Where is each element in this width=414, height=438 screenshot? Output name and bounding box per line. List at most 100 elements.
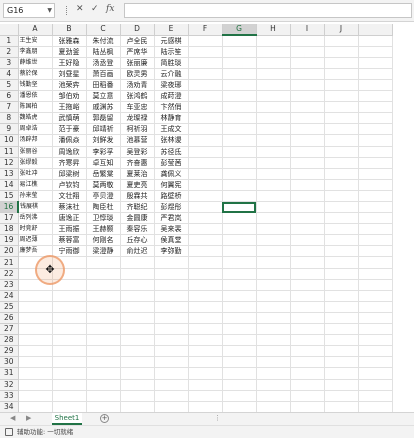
cell[interactable] — [188, 345, 223, 358]
cell[interactable] — [324, 79, 359, 92]
cell[interactable] — [188, 79, 223, 92]
row-header[interactable]: 26 — [0, 312, 19, 325]
cell[interactable] — [256, 90, 291, 103]
cell[interactable] — [120, 323, 155, 336]
cell[interactable] — [256, 168, 291, 180]
cell[interactable] — [86, 301, 121, 313]
cell[interactable]: 邱梁树 — [52, 168, 87, 180]
cell[interactable] — [222, 90, 257, 103]
cell[interactable] — [188, 35, 223, 47]
row-header[interactable]: 9 — [0, 123, 19, 136]
cell[interactable] — [324, 101, 359, 114]
cell[interactable]: 魏皓虎 — [18, 112, 53, 125]
cell[interactable] — [358, 245, 393, 258]
cell[interactable]: 李彩孚 — [86, 146, 121, 158]
cell[interactable] — [324, 390, 359, 402]
row-header[interactable]: 16 — [0, 201, 19, 214]
cell[interactable] — [256, 57, 291, 69]
cell[interactable] — [222, 367, 257, 380]
cell[interactable] — [86, 323, 121, 336]
cell[interactable]: 梁夜琊 — [154, 79, 189, 92]
cell[interactable] — [52, 301, 87, 313]
row-header[interactable]: 2 — [0, 46, 19, 58]
cell[interactable] — [188, 146, 223, 158]
cell[interactable] — [188, 134, 223, 147]
cell[interactable] — [324, 212, 359, 225]
status-text[interactable]: 辅助功能: 一切就绪 — [17, 428, 73, 437]
cell[interactable] — [188, 90, 223, 103]
cell[interactable]: 陆示笙 — [154, 46, 189, 58]
cell[interactable] — [256, 279, 291, 291]
cell[interactable] — [290, 390, 325, 402]
row-header[interactable]: 6 — [0, 90, 19, 103]
cell[interactable] — [324, 223, 359, 236]
cell[interactable]: 易江樵 — [18, 179, 53, 191]
cell[interactable]: 夏莱治 — [120, 168, 155, 180]
cell[interactable]: 周卓浩 — [18, 123, 53, 136]
cell[interactable] — [358, 179, 393, 191]
cell[interactable] — [188, 312, 223, 325]
add-sheet-icon[interactable]: + — [100, 414, 109, 423]
cell[interactable]: 何翼宪 — [154, 179, 189, 191]
cell[interactable] — [18, 356, 53, 369]
cell[interactable] — [18, 334, 53, 347]
cell[interactable] — [120, 390, 155, 402]
cell[interactable] — [256, 35, 291, 47]
cell[interactable] — [358, 334, 393, 347]
cell[interactable] — [188, 179, 223, 191]
row-header[interactable]: 27 — [0, 323, 19, 336]
cell[interactable]: 梁澄静 — [86, 245, 121, 258]
cell[interactable] — [188, 245, 223, 258]
cell[interactable]: 柯祈羽 — [120, 123, 155, 136]
row-header[interactable]: 24 — [0, 290, 19, 302]
cell[interactable] — [290, 401, 325, 413]
column-header[interactable]: I — [290, 24, 325, 36]
cell[interactable] — [358, 279, 393, 291]
cell[interactable] — [52, 290, 87, 302]
cell[interactable] — [324, 245, 359, 258]
cell[interactable] — [120, 401, 155, 413]
column-header[interactable]: A — [18, 24, 53, 36]
cell[interactable]: 汤劝青 — [120, 79, 155, 92]
cell[interactable] — [358, 35, 393, 47]
cell[interactable] — [188, 46, 223, 58]
cell[interactable]: 郭磊留 — [86, 112, 121, 125]
cell[interactable] — [358, 190, 393, 203]
cell[interactable] — [222, 379, 257, 391]
cell[interactable] — [256, 79, 291, 92]
cell[interactable] — [358, 134, 393, 147]
cell[interactable]: 潘佩焱 — [52, 134, 87, 147]
cell[interactable]: 莫两敬 — [86, 179, 121, 191]
row-header[interactable]: 21 — [0, 256, 19, 269]
cell[interactable]: 池慕营 — [120, 134, 155, 147]
cell[interactable]: 侯真堂 — [154, 234, 189, 247]
cell[interactable] — [154, 279, 189, 291]
cell[interactable] — [256, 146, 291, 158]
cell[interactable] — [290, 256, 325, 269]
cell[interactable] — [222, 101, 257, 114]
cell[interactable]: 严君岚 — [154, 212, 189, 225]
cell[interactable] — [358, 157, 393, 169]
cell[interactable] — [358, 401, 393, 413]
cell[interactable] — [324, 334, 359, 347]
cell[interactable]: 王成文 — [154, 123, 189, 136]
cell[interactable] — [188, 323, 223, 336]
cell[interactable] — [52, 367, 87, 380]
cell[interactable] — [18, 379, 53, 391]
cell[interactable] — [86, 356, 121, 369]
cell[interactable]: 吴登彩 — [120, 146, 155, 158]
cell[interactable]: 莫立意 — [86, 90, 121, 103]
cell[interactable] — [290, 168, 325, 180]
sheet-tab[interactable]: Sheet1 — [52, 413, 82, 425]
cell[interactable] — [324, 379, 359, 391]
cell[interactable] — [154, 334, 189, 347]
cell[interactable] — [52, 356, 87, 369]
cell[interactable] — [154, 390, 189, 402]
cell[interactable] — [52, 312, 87, 325]
name-box[interactable]: G16 ▼ — [3, 3, 55, 18]
row-header[interactable]: 17 — [0, 212, 19, 225]
cell[interactable] — [222, 301, 257, 313]
cell[interactable] — [222, 245, 257, 258]
cell[interactable] — [222, 345, 257, 358]
cell[interactable] — [324, 201, 359, 214]
